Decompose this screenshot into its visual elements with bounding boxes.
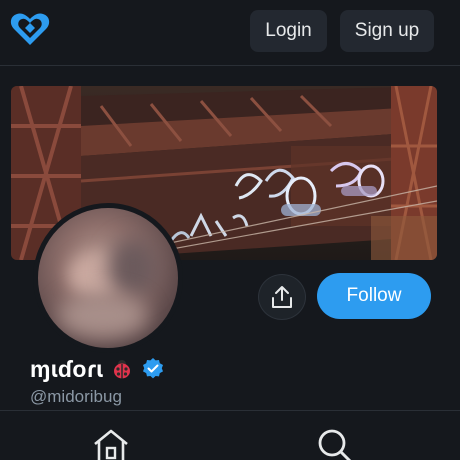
home-icon[interactable] <box>92 428 130 460</box>
avatar-blur-shape <box>108 238 158 298</box>
login-button[interactable]: Login <box>250 10 327 52</box>
heart-logo-icon[interactable] <box>9 12 51 48</box>
profile-page: Login Sign up Follow ɱɩɗoɾɩ @midoribug <box>0 0 460 460</box>
share-icon <box>272 286 292 308</box>
share-button[interactable] <box>258 274 306 320</box>
signup-button[interactable]: Sign up <box>340 10 434 52</box>
profile-handle: @midoribug <box>30 387 122 406</box>
profile-avatar[interactable] <box>33 203 183 353</box>
follow-button[interactable]: Follow <box>317 273 431 319</box>
display-name: ɱɩɗoɾɩ <box>30 355 104 382</box>
avatar-blur-shape <box>58 293 148 338</box>
top-bar: Login Sign up <box>0 0 460 66</box>
bottom-nav <box>0 410 460 460</box>
display-name-row: ɱɩɗoɾɩ <box>30 354 165 384</box>
search-icon[interactable] <box>316 427 354 460</box>
ladybug-icon <box>114 360 131 379</box>
verified-badge-icon <box>143 358 164 379</box>
